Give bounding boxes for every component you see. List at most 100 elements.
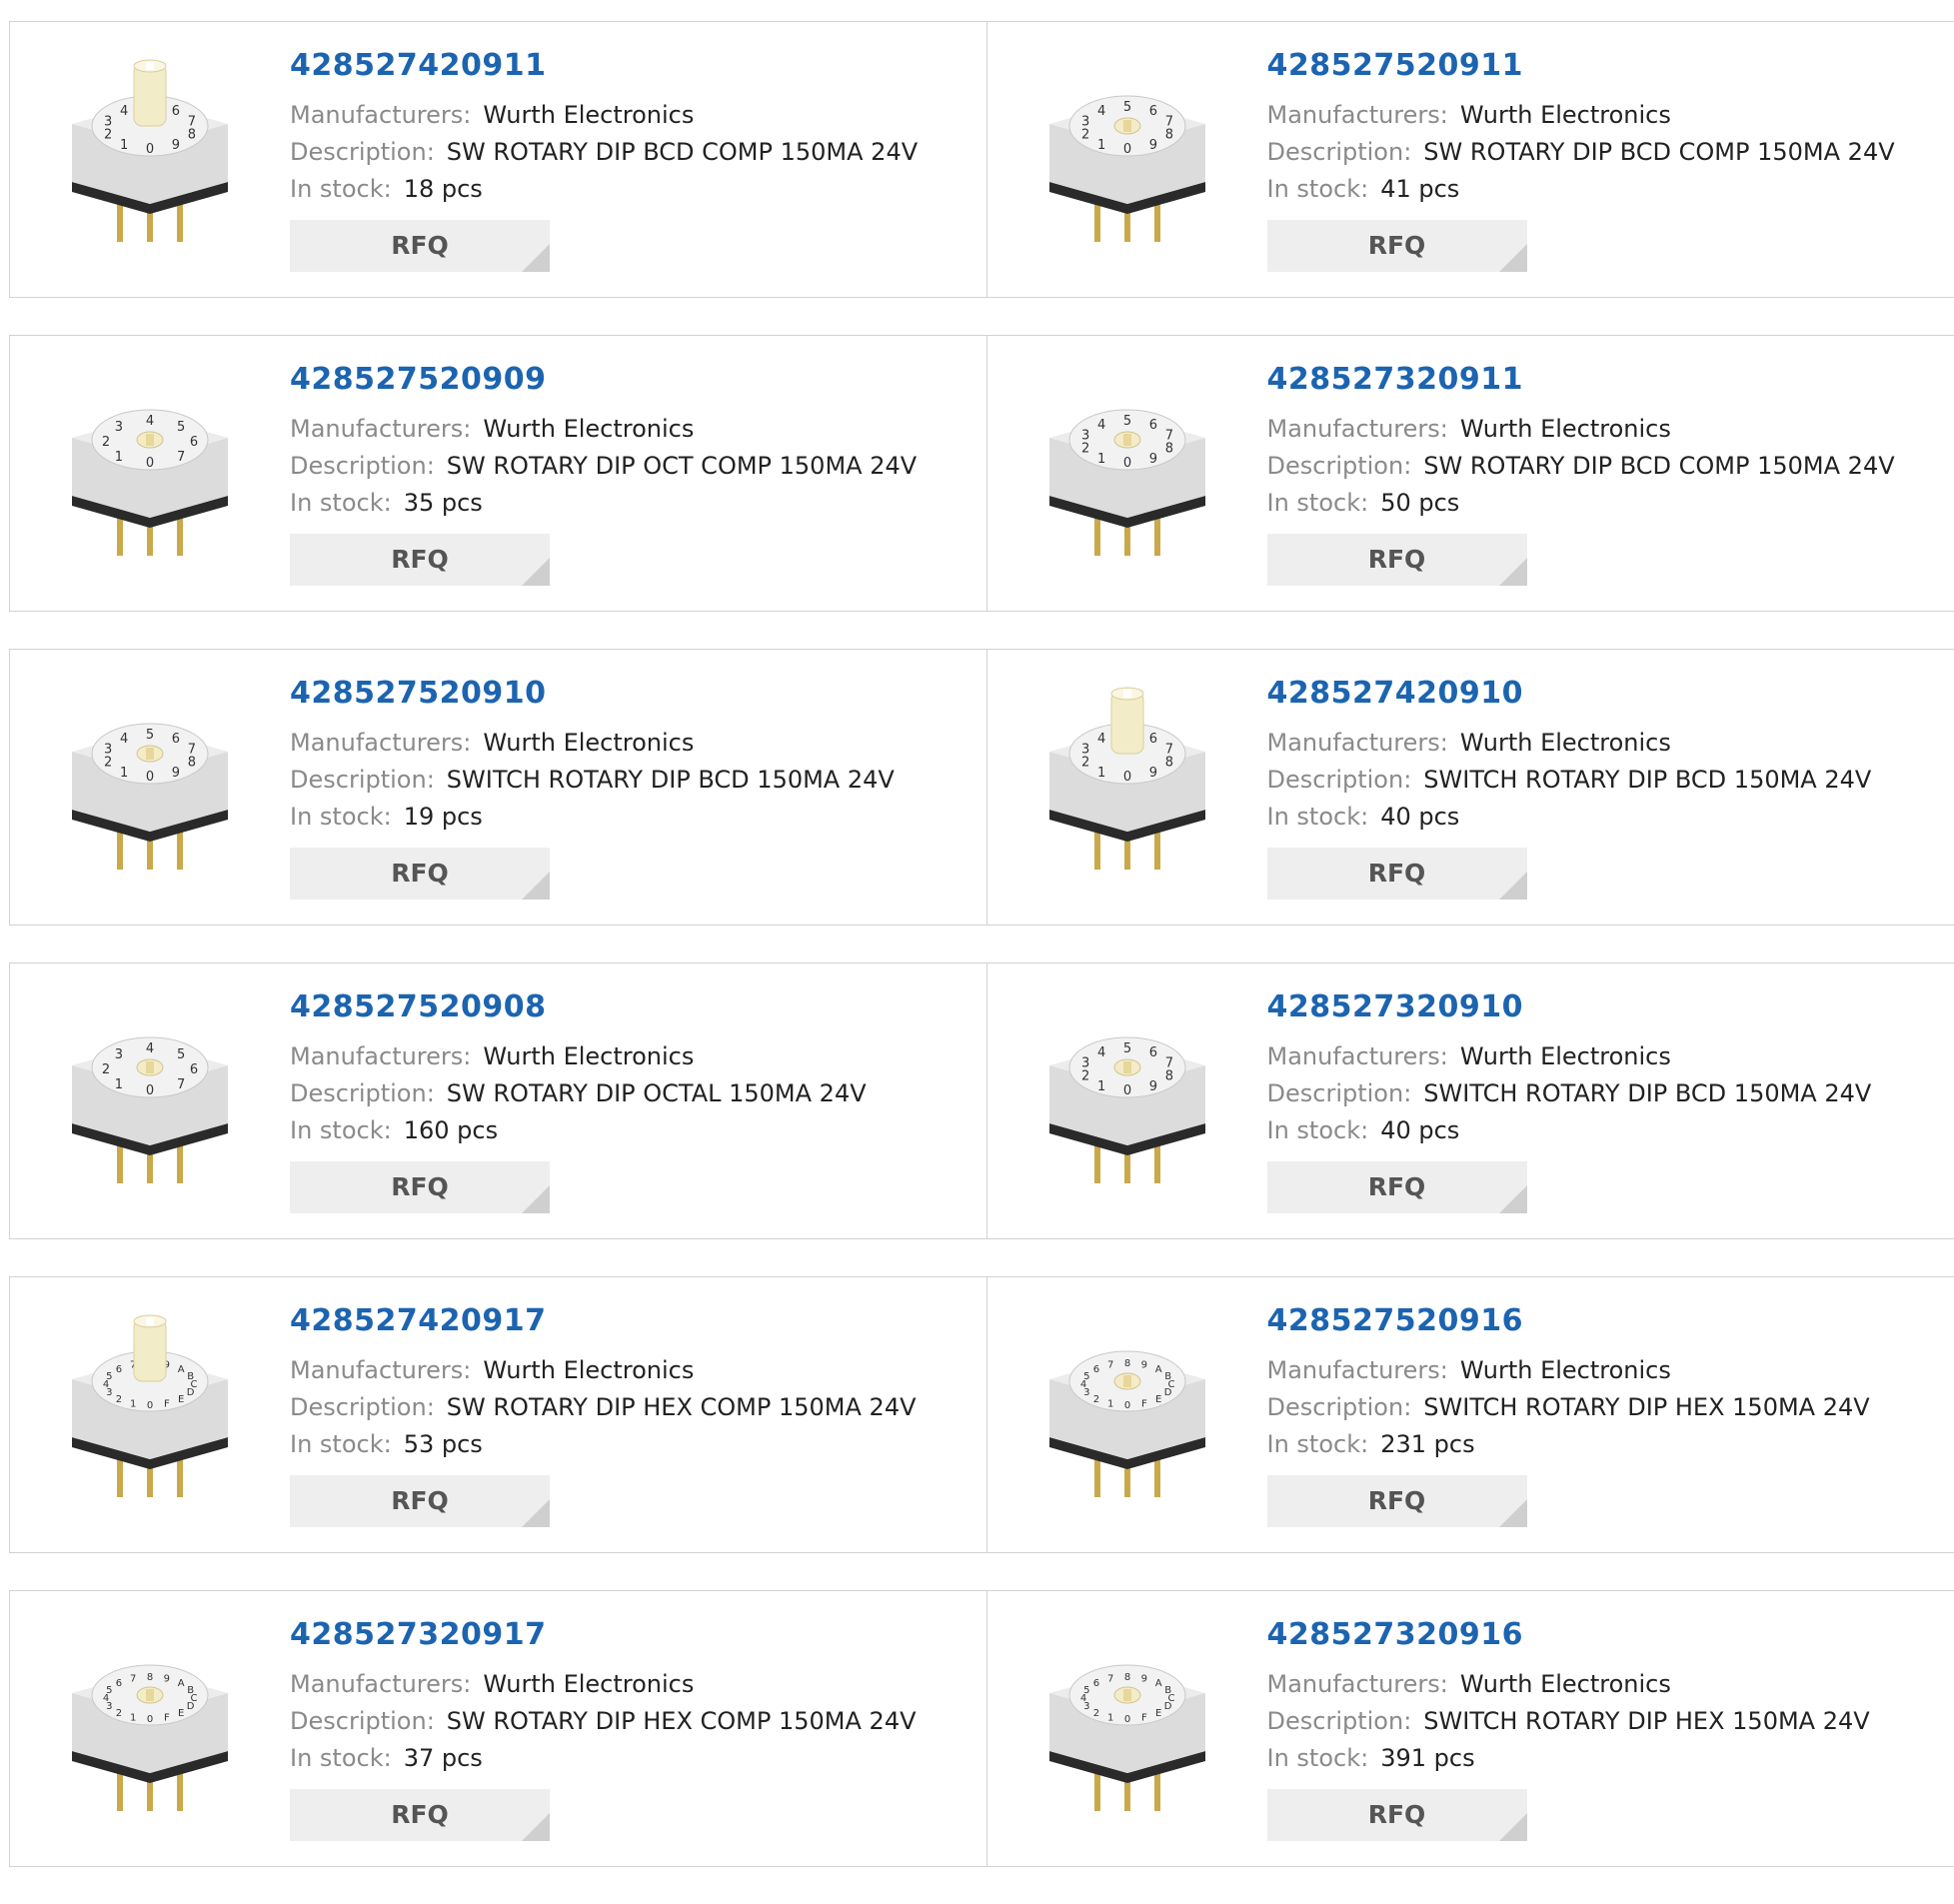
- product-image[interactable]: 0123456789ABCDEF: [1027, 1623, 1227, 1823]
- dial-digit: 9: [1148, 1079, 1156, 1094]
- rfq-button[interactable]: RFQ: [290, 848, 550, 900]
- dial-digit: 2: [1081, 755, 1089, 770]
- dial-digit: 0: [146, 142, 154, 157]
- dial-digit: 2: [1081, 127, 1089, 142]
- dial-digit: 9: [1148, 766, 1156, 781]
- rfq-corner-icon: [522, 1185, 550, 1213]
- dial-digit: 0: [146, 1083, 154, 1098]
- stock-value: 160 pcs: [404, 1116, 498, 1144]
- part-number-link[interactable]: 428527420910: [1267, 676, 1872, 711]
- rfq-button[interactable]: RFQ: [290, 1161, 550, 1213]
- description-value: SW ROTARY DIP BCD COMP 150MA 24V: [447, 138, 918, 166]
- product-image[interactable]: 01234567: [50, 368, 250, 568]
- shaft-slot-shape: [1123, 690, 1131, 698]
- dial-digit: D: [187, 1701, 195, 1712]
- part-number-link[interactable]: 428527320917: [290, 1617, 917, 1652]
- part-number-link[interactable]: 428527420917: [290, 1303, 917, 1338]
- product-image[interactable]: 0123456789: [1027, 995, 1227, 1195]
- product-card: 0123456789ABCDEF 428527420917 Manufactur…: [10, 1277, 986, 1552]
- product-image[interactable]: 0123456789: [1027, 368, 1227, 568]
- rfq-button[interactable]: RFQ: [290, 1789, 550, 1841]
- dial-digit: 0: [146, 770, 154, 785]
- product-image[interactable]: 0123456789: [50, 682, 250, 882]
- manufacturer-value: Wurth Electronics: [483, 1042, 694, 1070]
- dial-digit: 6: [190, 435, 198, 450]
- shaft-shape: [134, 1319, 166, 1381]
- dial-digit: 5: [1122, 1041, 1130, 1056]
- stock-value: 40 pcs: [1380, 803, 1459, 831]
- product-image[interactable]: 0123456789: [1027, 54, 1227, 254]
- part-number-link[interactable]: 428527520916: [1267, 1303, 1870, 1338]
- stock-label: In stock:: [1267, 1116, 1369, 1144]
- manufacturer-row: Manufacturers:Wurth Electronics: [290, 411, 917, 448]
- description-row: Description:SW ROTARY DIP OCTAL 150MA 24…: [290, 1075, 867, 1112]
- rfq-label: RFQ: [391, 859, 449, 888]
- dial-digit: E: [178, 1708, 184, 1719]
- rfq-button[interactable]: RFQ: [290, 1475, 550, 1527]
- rfq-button[interactable]: RFQ: [290, 220, 550, 272]
- product-image[interactable]: 0123456789ABCDEF: [1027, 1309, 1227, 1509]
- description-label: Description:: [290, 452, 435, 480]
- part-number-link[interactable]: 428527520911: [1267, 48, 1895, 83]
- manufacturer-label: Manufacturers:: [1267, 1042, 1448, 1070]
- part-number-link[interactable]: 428527520910: [290, 676, 895, 711]
- stock-row: In stock:231 pcs: [1267, 1426, 1870, 1463]
- dial-digit: 4: [120, 104, 128, 119]
- stock-value: 231 pcs: [1380, 1430, 1474, 1458]
- rfq-button[interactable]: RFQ: [1267, 1789, 1527, 1841]
- part-number-link[interactable]: 428527320916: [1267, 1617, 1870, 1652]
- part-number-link[interactable]: 428527320910: [1267, 989, 1872, 1024]
- part-number-link[interactable]: 428527420911: [290, 48, 918, 83]
- stock-value: 19 pcs: [404, 803, 483, 831]
- dial-slot-shape: [1123, 120, 1131, 132]
- description-row: Description:SW ROTARY DIP BCD COMP 150MA…: [290, 134, 918, 171]
- dial-digit: A: [178, 1678, 185, 1689]
- manufacturer-label: Manufacturers:: [290, 1670, 471, 1698]
- rfq-button[interactable]: RFQ: [1267, 1475, 1527, 1527]
- pin-shape: [1094, 518, 1100, 556]
- stock-label: In stock:: [290, 1430, 392, 1458]
- product-row: 0123456789ABCDEF 428527420917 Manufactur…: [9, 1276, 1954, 1553]
- manufacturer-label: Manufacturers:: [1267, 415, 1448, 443]
- rfq-corner-icon: [1499, 1813, 1527, 1841]
- pin-shape: [1094, 832, 1100, 870]
- rfq-button[interactable]: RFQ: [1267, 220, 1527, 272]
- dial-digit: 1: [1096, 138, 1104, 153]
- shaft-slot-shape: [146, 1317, 154, 1325]
- rfq-corner-icon: [1499, 872, 1527, 900]
- product-card: 01234567 428527520909 Manufacturers:Wurt…: [10, 336, 986, 611]
- product-image[interactable]: 0123456789: [50, 54, 250, 254]
- dial-digit: 1: [120, 138, 128, 153]
- dial-digit: 8: [1164, 441, 1172, 456]
- product-image[interactable]: 0123456789ABCDEF: [50, 1309, 250, 1509]
- manufacturer-value: Wurth Electronics: [483, 729, 694, 757]
- dial-digit: A: [1154, 1678, 1161, 1689]
- manufacturer-value: Wurth Electronics: [1460, 1670, 1671, 1698]
- description-label: Description:: [1267, 138, 1412, 166]
- dial-digit: 0: [1123, 1400, 1129, 1411]
- description-row: Description:SWITCH ROTARY DIP BCD 150MA …: [1267, 1075, 1872, 1112]
- dial-digit: 2: [1081, 1068, 1089, 1083]
- rfq-button[interactable]: RFQ: [1267, 848, 1527, 900]
- product-image[interactable]: 0123456789: [1027, 682, 1227, 882]
- product-image[interactable]: 01234567: [50, 995, 250, 1195]
- product-info: 428527520908 Manufacturers:Wurth Electro…: [290, 989, 867, 1213]
- rfq-button[interactable]: RFQ: [290, 534, 550, 586]
- dial-digit: 6: [1148, 104, 1156, 119]
- part-number-link[interactable]: 428527320911: [1267, 362, 1895, 397]
- dial-digit: 4: [1096, 1045, 1104, 1060]
- dial-digit: 8: [1164, 127, 1172, 142]
- dial-digit: 3: [1081, 1056, 1089, 1071]
- part-number-link[interactable]: 428527520908: [290, 989, 867, 1024]
- product-image[interactable]: 0123456789ABCDEF: [50, 1623, 250, 1823]
- product-row: 01234567 428527520908 Manufacturers:Wurt…: [9, 962, 1954, 1239]
- rfq-button[interactable]: RFQ: [1267, 534, 1527, 586]
- dial-digit: 6: [1148, 732, 1156, 747]
- dial-digit: F: [1140, 1712, 1146, 1723]
- rfq-button[interactable]: RFQ: [1267, 1161, 1527, 1213]
- manufacturer-row: Manufacturers:Wurth Electronics: [290, 97, 918, 134]
- part-number-link[interactable]: 428527520909: [290, 362, 917, 397]
- dial-digit: 4: [120, 732, 128, 747]
- product-info: 428527520910 Manufacturers:Wurth Electro…: [290, 676, 895, 900]
- stock-value: 50 pcs: [1380, 489, 1459, 517]
